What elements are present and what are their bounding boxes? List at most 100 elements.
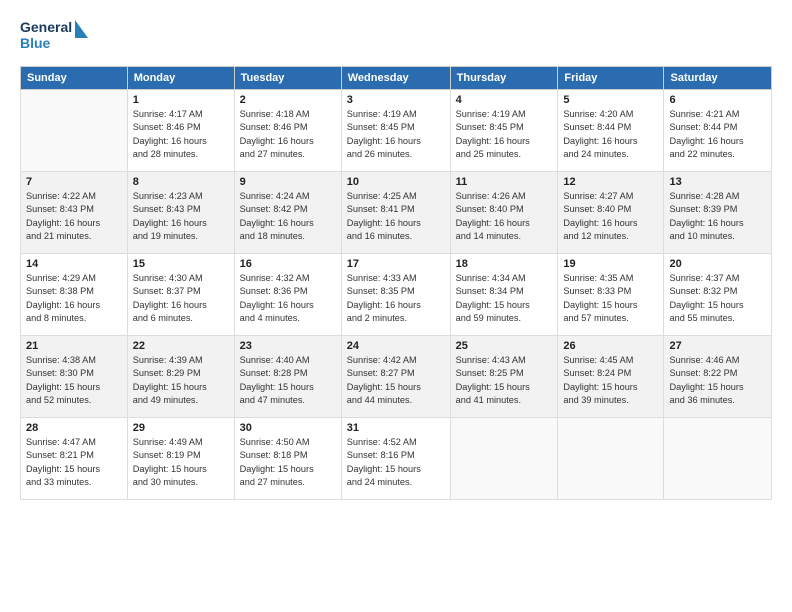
calendar-cell: 4 Sunrise: 4:19 AM Sunset: 8:45 PM Daylig… xyxy=(450,90,558,172)
day-number: 27 xyxy=(669,340,766,352)
day-number: 18 xyxy=(456,258,553,270)
day-number: 17 xyxy=(347,258,445,270)
weekday-header: Sunday xyxy=(21,67,128,90)
day-info: Sunrise: 4:28 AM Sunset: 8:39 PM Dayligh… xyxy=(669,190,766,243)
calendar-cell: 1 Sunrise: 4:17 AM Sunset: 8:46 PM Daylig… xyxy=(127,90,234,172)
calendar-cell: 24Sunrise: 4:42 AM Sunset: 8:27 PM Dayli… xyxy=(341,336,450,418)
calendar-cell: 22Sunrise: 4:39 AM Sunset: 8:29 PM Dayli… xyxy=(127,336,234,418)
day-number: 3 xyxy=(347,94,445,106)
calendar-body: 1 Sunrise: 4:17 AM Sunset: 8:46 PM Daylig… xyxy=(21,90,772,500)
day-info: Sunrise: 4:38 AM Sunset: 8:30 PM Dayligh… xyxy=(26,354,122,407)
day-number: 19 xyxy=(563,258,658,270)
day-info: Sunrise: 4:24 AM Sunset: 8:42 PM Dayligh… xyxy=(240,190,336,243)
day-info: Sunrise: 4:34 AM Sunset: 8:34 PM Dayligh… xyxy=(456,272,553,325)
calendar-cell: 3 Sunrise: 4:19 AM Sunset: 8:45 PM Daylig… xyxy=(341,90,450,172)
calendar-table: SundayMondayTuesdayWednesdayThursdayFrid… xyxy=(20,66,772,500)
calendar-cell: 31 Sunrise: 4:52 AM Sunset: 8:16 PM Dayli… xyxy=(341,418,450,500)
calendar-week-row: 21Sunrise: 4:38 AM Sunset: 8:30 PM Dayli… xyxy=(21,336,772,418)
day-number: 6 xyxy=(669,94,766,106)
day-info: Sunrise: 4:25 AM Sunset: 8:41 PM Dayligh… xyxy=(347,190,445,243)
calendar-cell: 20 Sunrise: 4:37 AM Sunset: 8:32 PM Dayli… xyxy=(664,254,772,336)
day-info: Sunrise: 4:49 AM Sunset: 8:19 PM Dayligh… xyxy=(133,436,229,489)
day-info: Sunrise: 4:27 AM Sunset: 8:40 PM Dayligh… xyxy=(563,190,658,243)
calendar-cell: 2 Sunrise: 4:18 AM Sunset: 8:46 PM Daylig… xyxy=(234,90,341,172)
day-info: Sunrise: 4:23 AM Sunset: 8:43 PM Dayligh… xyxy=(133,190,229,243)
day-number: 14 xyxy=(26,258,122,270)
day-number: 10 xyxy=(347,176,445,188)
calendar-week-row: 1 Sunrise: 4:17 AM Sunset: 8:46 PM Daylig… xyxy=(21,90,772,172)
day-number: 2 xyxy=(240,94,336,106)
day-info: Sunrise: 4:22 AM Sunset: 8:43 PM Dayligh… xyxy=(26,190,122,243)
calendar-cell: 14 Sunrise: 4:29 AM Sunset: 8:38 PM Dayli… xyxy=(21,254,128,336)
calendar-cell: 10 Sunrise: 4:25 AM Sunset: 8:41 PM Dayli… xyxy=(341,172,450,254)
calendar-cell: 6 Sunrise: 4:21 AM Sunset: 8:44 PM Daylig… xyxy=(664,90,772,172)
day-info: Sunrise: 4:52 AM Sunset: 8:16 PM Dayligh… xyxy=(347,436,445,489)
page-container: GeneralBlue SundayMondayTuesdayWednesday… xyxy=(0,0,792,510)
weekday-header: Friday xyxy=(558,67,664,90)
day-info: Sunrise: 4:19 AM Sunset: 8:45 PM Dayligh… xyxy=(456,108,553,161)
calendar-cell: 19Sunrise: 4:35 AM Sunset: 8:33 PM Dayli… xyxy=(558,254,664,336)
day-info: Sunrise: 4:39 AM Sunset: 8:29 PM Dayligh… xyxy=(133,354,229,407)
day-info: Sunrise: 4:26 AM Sunset: 8:40 PM Dayligh… xyxy=(456,190,553,243)
calendar-cell: 12Sunrise: 4:27 AM Sunset: 8:40 PM Dayli… xyxy=(558,172,664,254)
day-info: Sunrise: 4:20 AM Sunset: 8:44 PM Dayligh… xyxy=(563,108,658,161)
calendar-cell xyxy=(450,418,558,500)
day-info: Sunrise: 4:37 AM Sunset: 8:32 PM Dayligh… xyxy=(669,272,766,325)
calendar-cell: 28 Sunrise: 4:47 AM Sunset: 8:21 PM Dayli… xyxy=(21,418,128,500)
calendar-cell xyxy=(21,90,128,172)
calendar-week-row: 7Sunrise: 4:22 AM Sunset: 8:43 PM Daylig… xyxy=(21,172,772,254)
calendar-cell: 26 Sunrise: 4:45 AM Sunset: 8:24 PM Dayli… xyxy=(558,336,664,418)
day-number: 31 xyxy=(347,422,445,434)
calendar-cell: 27Sunrise: 4:46 AM Sunset: 8:22 PM Dayli… xyxy=(664,336,772,418)
day-info: Sunrise: 4:21 AM Sunset: 8:44 PM Dayligh… xyxy=(669,108,766,161)
day-number: 23 xyxy=(240,340,336,352)
weekday-header: Tuesday xyxy=(234,67,341,90)
calendar-week-row: 28 Sunrise: 4:47 AM Sunset: 8:21 PM Dayli… xyxy=(21,418,772,500)
day-info: Sunrise: 4:17 AM Sunset: 8:46 PM Dayligh… xyxy=(133,108,229,161)
calendar-cell: 25Sunrise: 4:43 AM Sunset: 8:25 PM Dayli… xyxy=(450,336,558,418)
calendar-cell: 9Sunrise: 4:24 AM Sunset: 8:42 PM Daylig… xyxy=(234,172,341,254)
calendar-cell xyxy=(664,418,772,500)
calendar-cell: 30 Sunrise: 4:50 AM Sunset: 8:18 PM Dayli… xyxy=(234,418,341,500)
day-info: Sunrise: 4:50 AM Sunset: 8:18 PM Dayligh… xyxy=(240,436,336,489)
day-info: Sunrise: 4:42 AM Sunset: 8:27 PM Dayligh… xyxy=(347,354,445,407)
header-row: SundayMondayTuesdayWednesdayThursdayFrid… xyxy=(21,67,772,90)
calendar-cell: 15Sunrise: 4:30 AM Sunset: 8:37 PM Dayli… xyxy=(127,254,234,336)
day-number: 16 xyxy=(240,258,336,270)
calendar-cell: 23Sunrise: 4:40 AM Sunset: 8:28 PM Dayli… xyxy=(234,336,341,418)
day-info: Sunrise: 4:29 AM Sunset: 8:38 PM Dayligh… xyxy=(26,272,122,325)
calendar-cell xyxy=(558,418,664,500)
weekday-header: Monday xyxy=(127,67,234,90)
day-info: Sunrise: 4:19 AM Sunset: 8:45 PM Dayligh… xyxy=(347,108,445,161)
logo: GeneralBlue xyxy=(20,16,90,56)
day-number: 30 xyxy=(240,422,336,434)
day-number: 1 xyxy=(133,94,229,106)
calendar-header: SundayMondayTuesdayWednesdayThursdayFrid… xyxy=(21,67,772,90)
calendar-cell: 17Sunrise: 4:33 AM Sunset: 8:35 PM Dayli… xyxy=(341,254,450,336)
day-info: Sunrise: 4:47 AM Sunset: 8:21 PM Dayligh… xyxy=(26,436,122,489)
day-info: Sunrise: 4:45 AM Sunset: 8:24 PM Dayligh… xyxy=(563,354,658,407)
day-number: 28 xyxy=(26,422,122,434)
calendar-cell: 13 Sunrise: 4:28 AM Sunset: 8:39 PM Dayli… xyxy=(664,172,772,254)
calendar-cell: 18 Sunrise: 4:34 AM Sunset: 8:34 PM Dayli… xyxy=(450,254,558,336)
calendar-cell: 8 Sunrise: 4:23 AM Sunset: 8:43 PM Daylig… xyxy=(127,172,234,254)
calendar-cell: 16 Sunrise: 4:32 AM Sunset: 8:36 PM Dayli… xyxy=(234,254,341,336)
day-number: 26 xyxy=(563,340,658,352)
day-info: Sunrise: 4:18 AM Sunset: 8:46 PM Dayligh… xyxy=(240,108,336,161)
day-number: 15 xyxy=(133,258,229,270)
day-info: Sunrise: 4:32 AM Sunset: 8:36 PM Dayligh… xyxy=(240,272,336,325)
day-number: 5 xyxy=(563,94,658,106)
day-number: 4 xyxy=(456,94,553,106)
day-number: 8 xyxy=(133,176,229,188)
header: GeneralBlue xyxy=(20,16,772,56)
day-number: 13 xyxy=(669,176,766,188)
weekday-header: Wednesday xyxy=(341,67,450,90)
calendar-cell: 21Sunrise: 4:38 AM Sunset: 8:30 PM Dayli… xyxy=(21,336,128,418)
svg-text:Blue: Blue xyxy=(20,35,51,51)
day-number: 29 xyxy=(133,422,229,434)
day-number: 20 xyxy=(669,258,766,270)
day-info: Sunrise: 4:43 AM Sunset: 8:25 PM Dayligh… xyxy=(456,354,553,407)
day-number: 11 xyxy=(456,176,553,188)
svg-text:General: General xyxy=(20,19,72,35)
calendar-cell: 11 Sunrise: 4:26 AM Sunset: 8:40 PM Dayli… xyxy=(450,172,558,254)
